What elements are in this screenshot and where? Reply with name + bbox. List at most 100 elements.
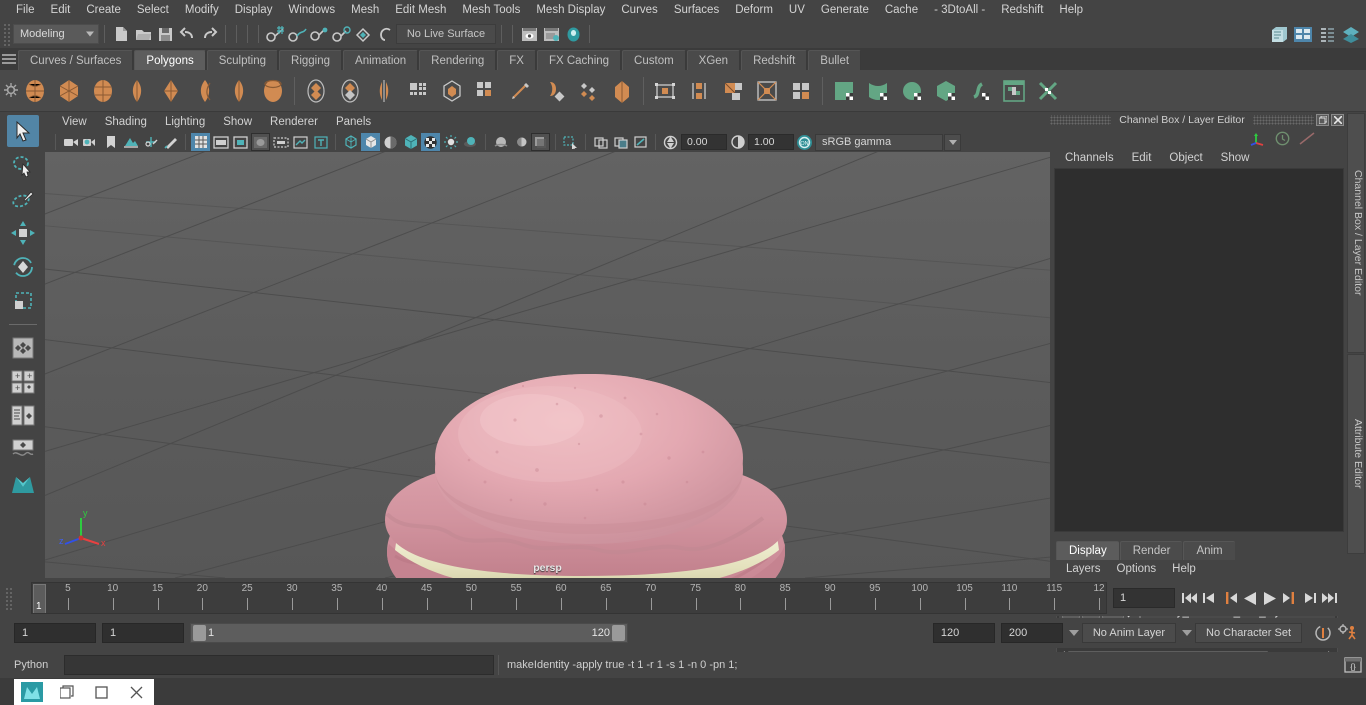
rotate-tool-button[interactable] <box>7 251 39 283</box>
open-scene-icon[interactable] <box>132 23 154 45</box>
paint-effects-icon[interactable] <box>161 133 180 151</box>
gamma-icon[interactable] <box>728 133 747 151</box>
anim-layer-dropdown[interactable]: No Anim Layer <box>1068 623 1177 643</box>
channel-box-menu-show[interactable]: Show <box>1212 148 1259 168</box>
snap-to-point-icon[interactable] <box>308 23 330 45</box>
mirror-geometry-icon[interactable] <box>367 74 401 108</box>
paint-select-tool-button[interactable] <box>7 183 39 215</box>
multisample-aa-toggle[interactable] <box>531 133 550 151</box>
shelf-tab-fx-caching[interactable]: FX Caching <box>536 50 622 70</box>
target-weld-icon[interactable] <box>537 74 571 108</box>
persp-viewport[interactable]: y x z persp <box>45 152 1050 578</box>
manipulator-axis-icon[interactable] <box>1250 131 1267 146</box>
menu-item-deform[interactable]: Deform <box>727 0 781 20</box>
snap-to-view-plane-icon[interactable] <box>352 23 374 45</box>
undock-icon[interactable] <box>1316 114 1329 126</box>
playback-start-time-field[interactable]: 1 <box>102 623 184 643</box>
combine-icon[interactable] <box>299 74 333 108</box>
polygon-plane-icon[interactable] <box>188 74 222 108</box>
wireframe-shading-toggle[interactable] <box>341 133 360 151</box>
quad-draw-icon[interactable] <box>571 74 605 108</box>
menu-item-curves[interactable]: Curves <box>613 0 665 20</box>
layer-menu-layers[interactable]: Layers <box>1058 560 1109 579</box>
step-forward-button[interactable] <box>1301 588 1318 608</box>
color-management-dropdown-arrow[interactable] <box>944 133 961 151</box>
smooth-shading-toggle[interactable] <box>361 133 380 151</box>
side-tab-attribute-editor[interactable]: Attribute Editor <box>1347 354 1365 554</box>
four-view-layout-button[interactable]: + + + <box>7 366 39 398</box>
use-all-lights-toggle[interactable] <box>441 133 460 151</box>
maximize-window-button[interactable] <box>84 679 119 705</box>
shelf-menu-icon[interactable] <box>2 52 16 66</box>
polygon-sphere-icon[interactable] <box>18 74 52 108</box>
graph-curve-icon[interactable] <box>1298 131 1316 146</box>
menuset-selector[interactable]: Modeling <box>13 24 99 44</box>
layer-editor-panel-icon[interactable] <box>1340 23 1362 45</box>
close-window-button[interactable] <box>119 679 154 705</box>
isolate-select-toggle[interactable] <box>561 133 580 151</box>
resolution-gate-toggle[interactable] <box>231 133 250 151</box>
layer-menu-options[interactable]: Options <box>1109 560 1165 579</box>
shelf-tab-curves-surfaces[interactable]: Curves / Surfaces <box>18 50 134 70</box>
viewport-menu-panels[interactable]: Panels <box>327 112 380 132</box>
exposure-reset-icon[interactable] <box>631 133 650 151</box>
shading-halftone-toggle[interactable] <box>381 133 400 151</box>
channel-box-menu-object[interactable]: Object <box>1160 148 1211 168</box>
xray-joints-toggle[interactable] <box>591 133 610 151</box>
xray-active-components-toggle[interactable] <box>611 133 630 151</box>
viewport-menu-show[interactable]: Show <box>214 112 261 132</box>
shelf-tab-bullet[interactable]: Bullet <box>808 50 862 70</box>
textured-shading-toggle[interactable] <box>401 133 420 151</box>
film-gate-toggle[interactable] <box>211 133 230 151</box>
image-plane-icon[interactable] <box>121 133 140 151</box>
shadows-toggle[interactable] <box>461 133 480 151</box>
separate-icon[interactable] <box>333 74 367 108</box>
side-tab-channel-box[interactable]: Channel Box / Layer Editor <box>1347 113 1365 353</box>
time-slider[interactable]: 1 5 10 15 20 25 30 35 40 45 50 55 60 65 70 75 80 85 90 95 1… <box>31 582 1107 614</box>
next-key-button[interactable] <box>1281 588 1298 608</box>
color-management-field[interactable]: sRGB gamma <box>815 133 943 151</box>
menu-item-mesh[interactable]: Mesh <box>343 0 387 20</box>
attribute-editor-toggle-icon[interactable] <box>540 23 562 45</box>
range-slider-right-handle[interactable] <box>612 625 625 641</box>
clock-icon[interactable] <box>1275 131 1290 146</box>
make-live-icon[interactable] <box>374 23 396 45</box>
exposure-display-toggle[interactable] <box>271 133 290 151</box>
hypershade-icon[interactable] <box>997 74 1031 108</box>
go-to-end-button[interactable] <box>1321 588 1338 608</box>
select-camera-icon[interactable] <box>61 133 80 151</box>
texture-surface-icon[interactable] <box>861 74 895 108</box>
shelf-tab-animation[interactable]: Animation <box>343 50 419 70</box>
range-slider-left-handle[interactable] <box>193 625 206 641</box>
shelf-tab-fx[interactable]: FX <box>497 50 536 70</box>
menu-item-file[interactable]: File <box>8 0 43 20</box>
shelf-tab-sculpting[interactable]: Sculpting <box>206 50 279 70</box>
shelf-tab-polygons[interactable]: Polygons <box>134 50 206 70</box>
command-language-label[interactable]: Python <box>14 659 60 671</box>
live-surface-field[interactable]: No Live Surface <box>396 24 496 44</box>
previous-key-button[interactable] <box>1221 588 1238 608</box>
playback-end-time-field[interactable]: 120 <box>932 623 995 643</box>
menu-item-edit-mesh[interactable]: Edit Mesh <box>387 0 454 20</box>
polygon-disc-icon[interactable] <box>222 74 256 108</box>
menu-item-display[interactable]: Display <box>227 0 281 20</box>
polygon-cylinder-icon[interactable] <box>86 74 120 108</box>
snap-to-projected-center-icon[interactable] <box>330 23 352 45</box>
redo-icon[interactable] <box>198 23 220 45</box>
uv-planar-icon[interactable] <box>648 74 682 108</box>
range-slider[interactable]: 1 120 <box>190 623 628 643</box>
shelf-tab-redshift[interactable]: Redshift <box>741 50 808 70</box>
save-scene-icon[interactable] <box>154 23 176 45</box>
play-forwards-button[interactable] <box>1261 588 1278 608</box>
exposure-value-field[interactable]: 0.00 <box>681 134 727 150</box>
bevel-icon[interactable] <box>435 74 469 108</box>
menu-item-3dtoall[interactable]: - 3DtoAll - <box>926 0 993 20</box>
command-input[interactable] <box>64 655 494 675</box>
lasso-tool-button[interactable] <box>7 149 39 181</box>
texture-plane-icon[interactable] <box>827 74 861 108</box>
shelf-tab-xgen[interactable]: XGen <box>686 50 741 70</box>
viewport-menu-renderer[interactable]: Renderer <box>261 112 327 132</box>
multi-cut-icon[interactable] <box>503 74 537 108</box>
attribute-panel-icon[interactable] <box>1292 23 1314 45</box>
menu-item-select[interactable]: Select <box>129 0 177 20</box>
